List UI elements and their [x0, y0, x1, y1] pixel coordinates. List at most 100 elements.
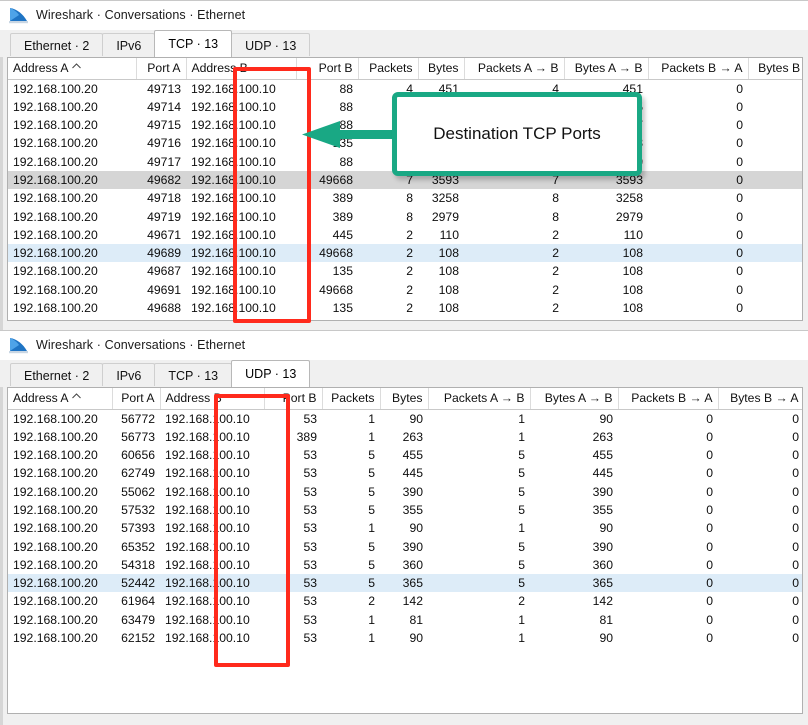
cell-port_a: 57532 — [121, 502, 155, 517]
tab-ipv6-udp-panel[interactable]: IPv6 — [102, 363, 156, 387]
cell-by_ab: 355 — [592, 502, 613, 517]
col-header-bytes-b-to-a[interactable]: Bytes B → A — [718, 388, 802, 410]
cell-packets: 2 — [368, 594, 375, 609]
cell-bytes: 355 — [402, 502, 423, 517]
tab-udp-udp-panel[interactable]: UDP · 13 — [231, 360, 311, 387]
cell-addr_b: 192.168.100.10 — [165, 557, 250, 572]
cell-port_b: 53 — [303, 521, 317, 536]
cell-pk_ab: 5 — [518, 484, 525, 499]
table-row[interactable]: 192.168.100.20 49688 192.168.100.10 135 2 108… — [8, 299, 802, 317]
cell-pk_ba: 0 — [736, 301, 743, 316]
cell-addr_b: 192.168.100.10 — [165, 502, 250, 517]
cell-addr_b: 192.168.100.10 — [191, 282, 276, 297]
table-row[interactable]: 192.168.100.20 56773 192.168.100.10 389 1 263… — [8, 428, 802, 446]
table-row[interactable]: 192.168.100.20 57393 192.168.100.10 53 1 90 1 9… — [8, 519, 802, 537]
col-header-bytes[interactable]: Bytes — [418, 58, 465, 80]
cell-addr_b: 192.168.100.10 — [191, 264, 276, 279]
cell-by_ab: 142 — [592, 594, 613, 609]
cell-bytes: 81 — [409, 612, 423, 627]
cell-port_a: 60656 — [121, 448, 155, 463]
table-row[interactable]: 192.168.100.20 62749 192.168.100.10 53 5 445 5… — [8, 464, 802, 482]
sort-ascending-icon — [71, 388, 81, 402]
cell-pk_ba: 0 — [706, 594, 713, 609]
table-row[interactable]: 192.168.100.20 63479 192.168.100.10 53 1 81 1 8… — [8, 611, 802, 629]
cell-bytes: 90 — [409, 411, 423, 426]
col-header-address-b[interactable]: Address B — [186, 58, 297, 80]
table-row[interactable]: 192.168.100.20 49671 192.168.100.10 445 2 110… — [8, 226, 802, 244]
cell-addr_b: 192.168.100.10 — [165, 612, 250, 627]
cell-port_a: 49688 — [147, 301, 181, 316]
cell-packets: 2 — [406, 282, 413, 297]
table-row[interactable]: 192.168.100.20 49689 192.168.100.10 49668 2 1… — [8, 244, 802, 263]
table-row[interactable]: 192.168.100.20 62152 192.168.100.10 53 1 90 1 9… — [8, 629, 802, 647]
col-header-port-a[interactable]: Port A — [112, 388, 161, 410]
table-row[interactable]: 192.168.100.20 49719 192.168.100.10 389 8 297… — [8, 208, 802, 226]
col-header-bytes-a-to-b[interactable]: Bytes A → B — [564, 58, 649, 80]
col-header-packets[interactable]: Packets — [322, 388, 381, 410]
cell-pk_ab: 1 — [518, 429, 525, 444]
tab-tcp-udp-panel[interactable]: TCP · 13 — [154, 363, 233, 387]
cell-by_ab: 108 — [622, 282, 643, 297]
col-header-bytes[interactable]: Bytes — [380, 388, 429, 410]
tab-udp-tcp-panel[interactable]: UDP · 13 — [231, 33, 311, 57]
col-header-bytes-a-to-b[interactable]: Bytes A → B — [530, 388, 619, 410]
col-header-packets-a-to-b[interactable]: Packets A → B — [428, 388, 531, 410]
col-header-port-b[interactable]: Port B — [296, 58, 359, 80]
col-header-port-a[interactable]: Port A — [136, 58, 187, 80]
cell-bytes: 108 — [418, 244, 464, 263]
table-row[interactable]: 192.168.100.20 60656 192.168.100.10 53 5 455 5… — [8, 446, 802, 464]
cell-addr_a: 192.168.100.20 — [8, 170, 136, 190]
cell-by_ab: 108 — [622, 264, 643, 279]
cell-addr_a: 192.168.100.20 — [13, 429, 98, 444]
cell-bytes: 108 — [438, 282, 459, 297]
table-row[interactable]: 192.168.100.20 57532 192.168.100.10 53 5 355 5… — [8, 501, 802, 519]
cell-by_ba: 0 — [748, 189, 802, 207]
cell-by_ba: 0 — [748, 244, 802, 263]
table-row[interactable]: 192.168.100.20 55062 192.168.100.10 53 5 390 5… — [8, 483, 802, 501]
cell-by_ba: 0 — [792, 557, 799, 572]
table-row[interactable]: 192.168.100.20 65352 192.168.100.10 53 5 390 5… — [8, 538, 802, 556]
cell-pk_ab: 2 — [552, 227, 559, 242]
cell-pk_ba: 0 — [706, 631, 713, 646]
tab-ethernet-udp-panel[interactable]: Ethernet · 2 — [10, 363, 104, 387]
col-header-packets[interactable]: Packets — [358, 58, 419, 80]
col-header-address-b[interactable]: Address B — [160, 388, 265, 410]
tab-tcp-tcp-panel[interactable]: TCP · 13 — [154, 30, 233, 57]
cell-port_a: 49716 — [147, 136, 181, 151]
cell-port_b: 49668 — [296, 170, 358, 190]
cell-by_ba: 0 — [748, 98, 802, 116]
table-row[interactable]: 192.168.100.20 49718 192.168.100.10 389 8 325… — [8, 189, 802, 207]
cell-by_ba: 0 — [748, 153, 802, 171]
tab-ethernet-tcp-panel[interactable]: Ethernet · 2 — [10, 33, 104, 57]
col-header-packets-b-to-a[interactable]: Packets B → A — [648, 58, 749, 80]
table-row[interactable]: 192.168.100.20 49691 192.168.100.10 49668 2 1… — [8, 281, 802, 299]
cell-addr_b: 192.168.100.10 — [165, 466, 250, 481]
cell-pk_ba: 0 — [706, 484, 713, 499]
cell-addr_b: 192.168.100.10 — [165, 521, 250, 536]
table-row[interactable]: 192.168.100.20 56772 192.168.100.10 53 1 90 1 9… — [8, 409, 802, 428]
col-header-packets-b-to-a[interactable]: Packets B → A — [618, 388, 719, 410]
cell-pk_ba: 0 — [736, 118, 743, 133]
table-row[interactable]: 192.168.100.20 54318 192.168.100.10 53 5 360 5… — [8, 556, 802, 574]
table-row[interactable]: 192.168.100.20 52442 192.168.100.10 53 5 365 5… — [8, 574, 802, 593]
cell-port_b: 389 — [296, 429, 317, 444]
col-header-packets-a-to-b[interactable]: Packets A → B — [464, 58, 565, 80]
tab-strip-udp: Ethernet · 2 IPv6 TCP · 13 UDP · 13 — [0, 360, 808, 387]
col-header-address-a[interactable]: Address A — [8, 58, 137, 80]
col-header-address-a[interactable]: Address A — [8, 388, 113, 410]
cell-addr_a: 192.168.100.20 — [13, 136, 98, 151]
cell-addr_a: 192.168.100.20 — [13, 539, 98, 554]
table-row[interactable]: 192.168.100.20 61964 192.168.100.10 53 2 142 2… — [8, 592, 802, 610]
table-row[interactable]: 192.168.100.20 49687 192.168.100.10 135 2 108… — [8, 262, 802, 280]
cell-port_b: 53 — [303, 594, 317, 609]
cell-bytes: 365 — [380, 574, 428, 593]
cell-port_b: 53 — [303, 448, 317, 463]
tab-ipv6-tcp-panel[interactable]: IPv6 — [102, 33, 156, 57]
cell-addr_b: 192.168.100.10 — [165, 448, 250, 463]
col-header-port-b[interactable]: Port B — [264, 388, 323, 410]
col-label: Address A — [13, 391, 69, 406]
cell-port_b: 88 — [339, 154, 353, 169]
col-header-bytes-b-to-a[interactable]: Bytes B → A — [748, 58, 802, 80]
cell-addr_a: 192.168.100.20 — [13, 484, 98, 499]
cell-pk_ba: 0 — [736, 191, 743, 206]
